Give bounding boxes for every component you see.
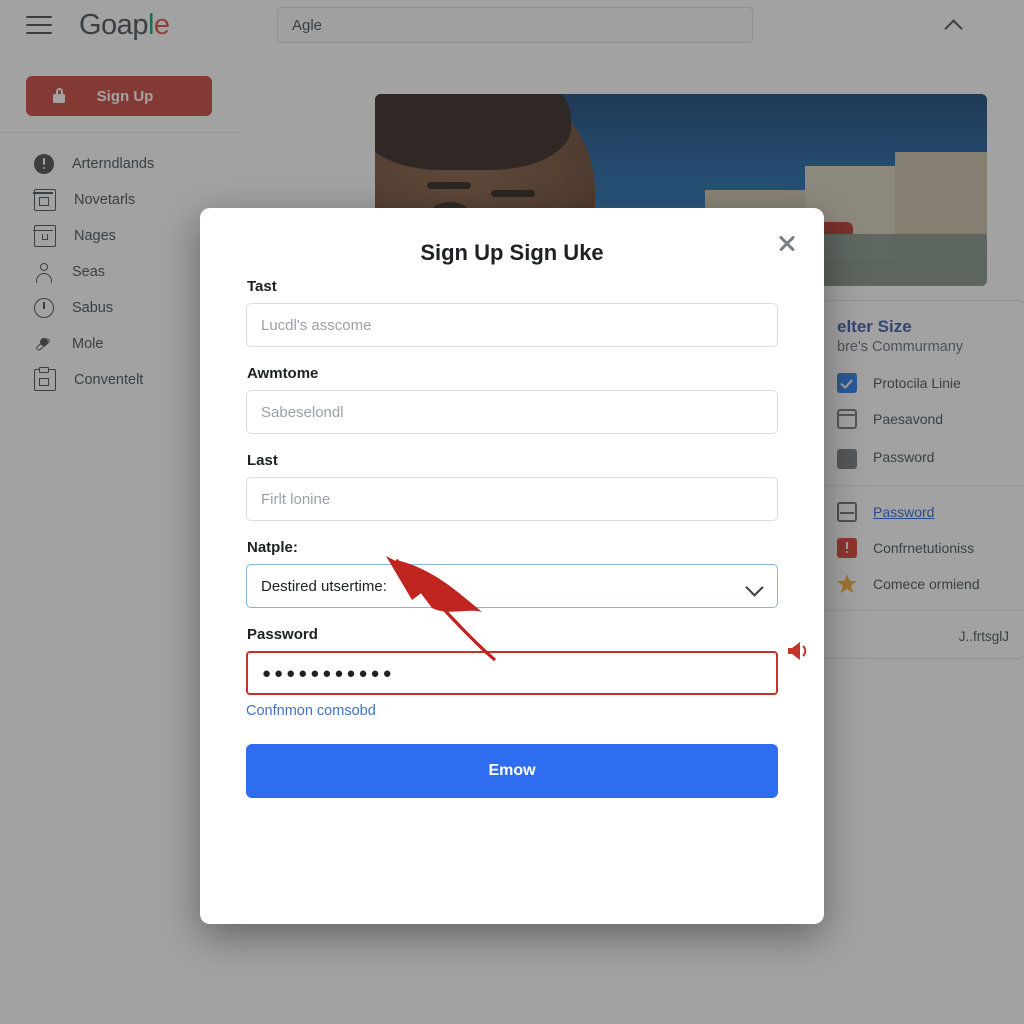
app-root: Goaple Sign Up Arterndlands Novetarls Na… xyxy=(0,0,1024,1024)
close-icon[interactable] xyxy=(770,226,804,260)
sign-up-modal: Sign Up Sign Uke Tast Awmtome Last Natpl… xyxy=(200,208,824,924)
last-input[interactable] xyxy=(246,477,778,521)
sign-up-form: Tast Awmtome Last Natple: Destired utser… xyxy=(246,278,778,798)
field-label-tast: Tast xyxy=(247,278,277,295)
natple-select-value: Destired utsertime: xyxy=(261,577,387,595)
field-label-password: Password xyxy=(247,626,318,643)
awmtome-input[interactable] xyxy=(246,390,778,434)
submit-button[interactable]: Emow xyxy=(246,744,778,798)
field-label-natple: Natple: xyxy=(247,539,298,556)
field-label-last: Last xyxy=(247,452,278,469)
password-input[interactable] xyxy=(246,651,778,695)
confirm-password-link[interactable]: Confnmon comsobd xyxy=(246,703,376,719)
field-label-awmtome: Awmtome xyxy=(247,365,319,382)
chevron-down-icon xyxy=(745,578,764,597)
tast-input[interactable] xyxy=(246,303,778,347)
modal-title: Sign Up Sign Uke xyxy=(420,240,604,265)
natple-select[interactable]: Destired utsertime: xyxy=(246,564,778,608)
speaker-icon[interactable] xyxy=(786,638,812,664)
